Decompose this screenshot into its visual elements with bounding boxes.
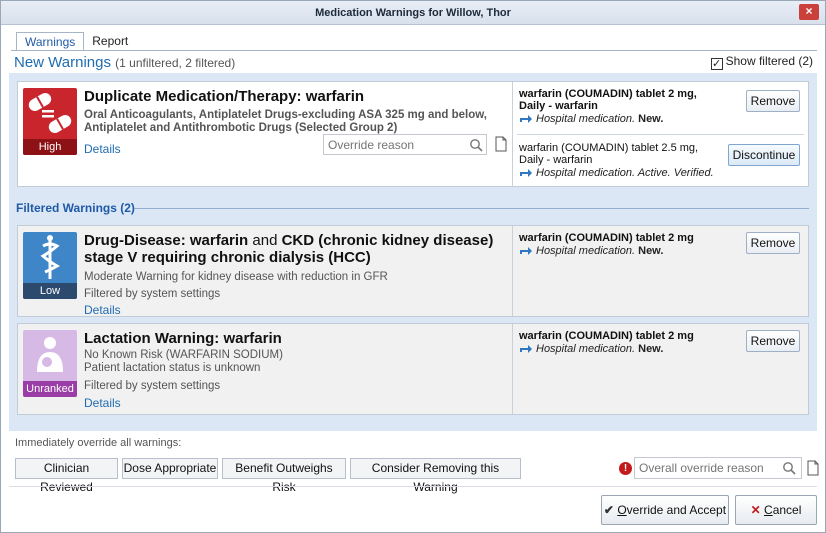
warning-card-lactation: Unranked Lactation Warning: warfarin No … xyxy=(17,323,809,415)
warning-title-drug: Drug-Disease: warfarin xyxy=(84,232,249,249)
tab-warnings[interactable]: Warnings xyxy=(16,32,85,51)
warning-description: Moderate Warning for kidney disease with… xyxy=(84,271,388,283)
remove-button[interactable]: Remove xyxy=(746,90,800,112)
search-icon[interactable] xyxy=(782,461,796,475)
filter-note: Filtered by system settings xyxy=(84,380,221,392)
medication-name: warfarin (COUMADIN) tablet 2.5 mg, Daily… xyxy=(519,142,699,166)
pills-icon xyxy=(28,93,72,133)
medication-item: warfarin (COUMADIN) tablet 2 mg, Daily -… xyxy=(519,88,716,125)
medication-status: Hospital medication. New. xyxy=(519,343,716,355)
override-reason-input[interactable] xyxy=(323,134,487,155)
override-accept-label: Override and Accept xyxy=(617,503,727,517)
severity-badge-low: Low xyxy=(23,232,77,299)
medication-source: Hospital medication. xyxy=(536,343,636,355)
footer-divider xyxy=(9,486,817,487)
cancel-x-icon: ✕ xyxy=(750,503,761,517)
title-bar: Medication Warnings for Willow, Thor × xyxy=(1,1,825,25)
medication-list: warfarin (COUMADIN) tablet 2 mg, Daily -… xyxy=(512,82,808,186)
dose-appropriate-button[interactable]: Dose Appropriate xyxy=(122,458,218,479)
document-icon[interactable] xyxy=(806,460,820,476)
tab-strip: Warnings Report xyxy=(16,32,136,51)
new-warnings-title: New Warnings xyxy=(14,54,111,71)
warning-card-duplicate: High Duplicate Medication/Therapy: warfa… xyxy=(17,81,809,187)
medication-item: warfarin (COUMADIN) tablet 2 mg Hospital… xyxy=(519,330,716,355)
warning-detail: Unranked Lactation Warning: warfarin No … xyxy=(18,324,512,414)
medication-name: warfarin (COUMADIN) tablet 2 mg xyxy=(519,232,694,244)
details-link[interactable]: Details xyxy=(84,303,121,317)
show-filtered-toggle[interactable]: ✓ Show filtered (2) xyxy=(710,54,813,70)
medication-source: Hospital medication. xyxy=(536,245,636,257)
filtered-warnings-heading: Filtered Warnings (2) xyxy=(16,201,135,215)
warning-card-drug-disease: Low Drug-Disease: warfarin and CKD (chro… xyxy=(17,225,809,317)
checkmark-icon: ✔ xyxy=(603,503,614,517)
details-link[interactable]: Details xyxy=(84,396,121,410)
bulk-override-label: Immediately override all warnings: xyxy=(15,437,182,449)
benefit-outweighs-risk-button[interactable]: Benefit Outweighs Risk xyxy=(222,458,346,494)
override-and-accept-button[interactable]: ✔ Override and Accept xyxy=(601,495,729,525)
severity-label: Unranked xyxy=(23,381,77,397)
medication-state: New. xyxy=(638,113,664,125)
transfer-icon xyxy=(520,345,532,353)
transfer-icon xyxy=(520,247,532,255)
warning-description: Oral Anticoagulants, Antiplatelet Drugs-… xyxy=(84,109,487,134)
warning-detail: Low Drug-Disease: warfarin and CKD (chro… xyxy=(18,226,512,317)
transfer-icon xyxy=(520,115,532,123)
warning-title: Lactation Warning: warfarin xyxy=(84,330,282,347)
warning-title-and: and xyxy=(252,232,278,249)
details-link[interactable]: Details xyxy=(84,142,121,156)
filter-note: Filtered by system settings xyxy=(84,288,221,300)
cancel-button[interactable]: ✕ Cancel xyxy=(735,495,817,525)
window-title: Medication Warnings for Willow, Thor xyxy=(315,7,511,19)
remove-button[interactable]: Remove xyxy=(746,330,800,352)
overall-override-reason-input[interactable] xyxy=(634,457,802,479)
show-filtered-checkbox[interactable]: ✓ xyxy=(710,58,723,70)
cancel-label: Cancel xyxy=(764,503,802,517)
medication-status: Hospital medication. New. xyxy=(519,245,716,257)
warning-detail: High Duplicate Medication/Therapy: warfa… xyxy=(18,82,512,186)
tab-report[interactable]: Report xyxy=(84,32,136,51)
clinician-reviewed-button[interactable]: Clinician Reviewed xyxy=(15,458,118,494)
warnings-pane: High Duplicate Medication/Therapy: warfa… xyxy=(9,73,817,431)
medication-status: Hospital medication. New. xyxy=(519,113,716,125)
severity-badge-unranked: Unranked xyxy=(23,330,77,397)
discontinue-button[interactable]: Discontinue xyxy=(728,144,800,166)
medication-state: New. xyxy=(638,245,664,257)
transfer-icon xyxy=(520,169,532,177)
filtered-divider xyxy=(134,208,809,209)
warning-title: Drug-Disease: warfarin and CKD (chronic … xyxy=(84,232,502,266)
close-button[interactable]: × xyxy=(799,4,819,20)
medication-divider xyxy=(517,134,804,135)
warning-title: Duplicate Medication/Therapy: warfarin xyxy=(84,88,365,105)
medication-name: warfarin (COUMADIN) tablet 2 mg, Daily -… xyxy=(519,88,697,112)
caduceus-icon xyxy=(40,235,61,279)
medication-name: warfarin (COUMADIN) tablet 2 mg xyxy=(519,330,694,342)
search-icon[interactable] xyxy=(469,138,483,152)
medication-source: Hospital medication. Active. Verified. xyxy=(536,167,714,179)
remove-button[interactable]: Remove xyxy=(746,232,800,254)
medication-item: warfarin (COUMADIN) tablet 2 mg Hospital… xyxy=(519,232,716,257)
show-filtered-label: Show filtered (2) xyxy=(725,54,813,68)
severity-badge-high: High xyxy=(23,88,77,155)
close-icon: × xyxy=(805,4,813,18)
new-warnings-heading: New Warnings (1 unfiltered, 2 filtered) xyxy=(14,54,235,71)
severity-label: High xyxy=(23,139,77,155)
tab-divider xyxy=(11,50,817,51)
medication-list: warfarin (COUMADIN) tablet 2 mg Hospital… xyxy=(512,226,808,316)
warning-description: No Known Risk (WARFARIN SODIUM) xyxy=(84,349,283,361)
mother-child-icon xyxy=(37,337,63,372)
consider-removing-button[interactable]: Consider Removing this Warning xyxy=(350,458,521,494)
medication-item: warfarin (COUMADIN) tablet 2.5 mg, Daily… xyxy=(519,142,716,179)
warning-description-secondary: Patient lactation status is unknown xyxy=(84,362,261,374)
medication-warnings-dialog: Medication Warnings for Willow, Thor × W… xyxy=(0,0,826,533)
required-alert-icon: ! xyxy=(619,462,632,475)
medication-status: Hospital medication. Active. Verified. xyxy=(519,167,716,179)
severity-label: Low xyxy=(23,283,77,299)
medication-source: Hospital medication. xyxy=(536,113,636,125)
medication-state: New. xyxy=(638,343,664,355)
new-warnings-counts: (1 unfiltered, 2 filtered) xyxy=(115,56,236,70)
document-icon[interactable] xyxy=(494,136,508,152)
medication-list: warfarin (COUMADIN) tablet 2 mg Hospital… xyxy=(512,324,808,414)
